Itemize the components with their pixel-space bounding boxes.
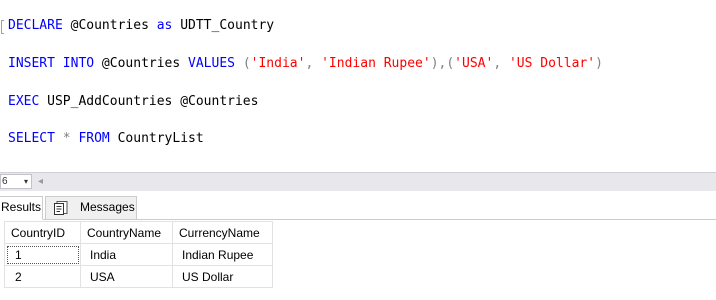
table-row[interactable]: 1 India Indian Rupee	[4, 243, 273, 266]
code-token: 'US Dollar'	[508, 56, 596, 71]
results-tabstrip: Results Messages	[0, 191, 716, 220]
code-token: as	[156, 18, 173, 33]
code-token: VALUES	[188, 56, 235, 71]
table-header-row: CountryID CountryName CurrencyName	[4, 221, 273, 244]
zoom-dropdown[interactable]: 6 ▾	[0, 174, 32, 189]
code-token: @Countries	[62, 18, 157, 33]
messages-icon	[54, 201, 68, 215]
code-token: UDTT_Country	[172, 18, 275, 33]
tab-messages[interactable]: Messages	[45, 196, 137, 219]
table-cell[interactable]: India	[80, 243, 173, 266]
horizontal-scrollbar[interactable]	[50, 177, 714, 187]
table-cell[interactable]: 1	[4, 243, 81, 266]
code-line-declare[interactable]: DECLARE @Countries as UDTT_Country	[8, 18, 274, 34]
scroll-left-icon[interactable]: ◂	[38, 174, 43, 189]
code-token: ,	[305, 56, 322, 71]
code-token: INSERT	[8, 56, 55, 71]
column-header-currencyname[interactable]: CurrencyName	[172, 221, 273, 244]
code-token: 'Indian Rupee'	[321, 56, 431, 71]
table-cell[interactable]: USA	[80, 265, 173, 288]
table-cell[interactable]: Indian Rupee	[172, 243, 273, 266]
code-token: USP_AddCountries @Countries	[39, 94, 259, 109]
code-token: ),(	[430, 56, 455, 71]
code-line-select[interactable]: SELECT * FROM CountryList	[8, 131, 204, 147]
column-header-countryid[interactable]: CountryID	[4, 221, 81, 244]
code-token: *	[54, 131, 79, 146]
code-token: 'USA'	[454, 56, 494, 71]
code-line-exec[interactable]: EXEC USP_AddCountries @Countries	[8, 94, 258, 110]
column-header-countryname[interactable]: CountryName	[80, 221, 173, 244]
code-token: )	[595, 56, 603, 71]
results-grid[interactable]: CountryID CountryName CurrencyName 1 Ind…	[0, 220, 716, 300]
code-token: EXEC	[8, 94, 40, 109]
code-token: INTO	[62, 56, 95, 71]
code-token: CountryList	[109, 131, 204, 146]
code-token: @Countries	[94, 56, 189, 71]
code-token: SELECT	[8, 131, 55, 146]
table-row[interactable]: 2 USA US Dollar	[4, 265, 273, 288]
code-token: FROM	[78, 131, 110, 146]
editor-status-bar: 6 ▾ ◂	[0, 172, 716, 191]
chevron-down-icon: ▾	[23, 177, 28, 186]
zoom-value: 6	[2, 176, 8, 187]
tab-results[interactable]: Results	[0, 196, 43, 220]
table-cell[interactable]: US Dollar	[172, 265, 273, 288]
query-editor[interactable]: DECLARE @Countries as UDTT_Country INSER…	[0, 0, 716, 172]
results-table: CountryID CountryName CurrencyName 1 Ind…	[4, 221, 273, 288]
outline-collapse-marker[interactable]	[1, 20, 4, 34]
code-token: DECLARE	[8, 18, 63, 33]
tab-messages-label: Messages	[80, 200, 135, 214]
code-token: (	[235, 56, 251, 71]
code-token: ,	[493, 56, 509, 71]
code-token: 'India'	[250, 56, 306, 71]
table-cell[interactable]: 2	[4, 265, 81, 288]
code-line-insert[interactable]: INSERT INTO @Countries VALUES ('India', …	[8, 56, 603, 72]
tab-results-label: Results	[1, 200, 42, 214]
